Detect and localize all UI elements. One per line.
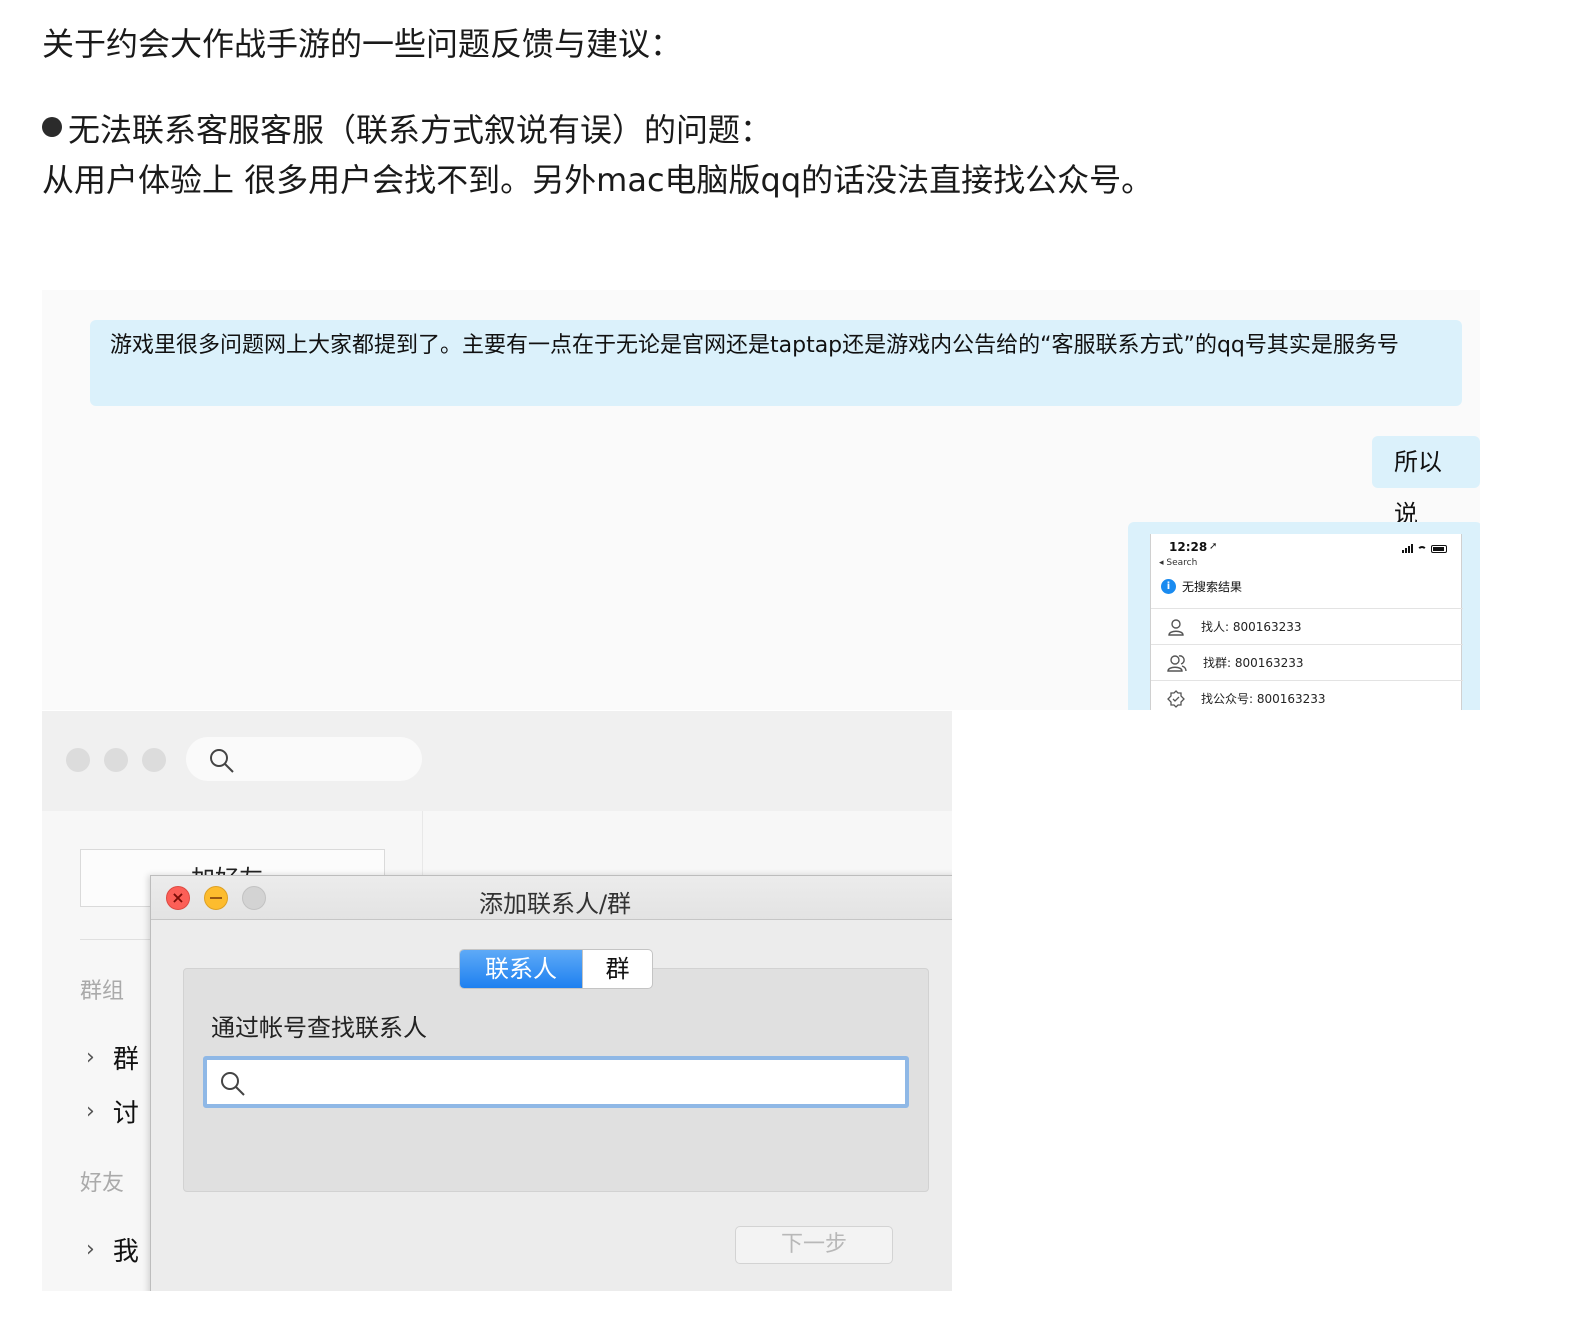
chevron-right-icon: › — [86, 1237, 95, 1262]
window-minimize-button[interactable] — [104, 748, 128, 772]
window-zoom-button[interactable] — [142, 748, 166, 772]
search-by-account-label: 通过帐号查找联系人 — [211, 1014, 427, 1042]
group-section-header: 群组 — [80, 979, 125, 1004]
chat-image-message[interactable]: 12:28 ➚ ◂ Search i 无搜索结果 找人: 800163233 找… — [1128, 522, 1480, 710]
tab-contact[interactable]: 联系人 — [460, 950, 582, 988]
chevron-right-icon: › — [86, 1045, 95, 1070]
bullet-point: 无法联系客服客服（联系方式叙说有误）的问题： — [42, 108, 772, 152]
chat-message-right: 所以说 — [1372, 436, 1480, 528]
search-icon — [221, 1072, 245, 1096]
battery-icon — [1431, 545, 1447, 553]
find-official-account-label: 找公众号: 800163233 — [1201, 692, 1326, 706]
tab-group[interactable]: 群 — [582, 950, 652, 988]
find-person-row[interactable]: 找人: 800163233 — [1151, 608, 1463, 644]
document-title: 关于约会大作战手游的一些问题反馈与建议： — [42, 25, 683, 63]
phone-screenshot: 12:28 ➚ ◂ Search i 无搜索结果 找人: 800163233 找… — [1150, 534, 1463, 710]
search-icon — [210, 749, 234, 773]
find-official-account-row[interactable]: 找公众号: 800163233 — [1151, 680, 1463, 710]
sidebar-item-label: 我 — [112, 1237, 139, 1267]
bullet-text: 无法联系客服客服（联系方式叙说有误）的问题： — [68, 111, 773, 149]
window-close-button[interactable] — [66, 748, 90, 772]
info-icon: i — [1161, 579, 1176, 594]
dialog-tab-switcher: 联系人 群 — [459, 949, 653, 989]
group-icon — [1167, 654, 1187, 672]
no-result-text: 无搜索结果 — [1182, 580, 1243, 594]
add-contact-dialog: × 添加联系人/群 联系人 群 通过帐号查找联系人 下一步 — [150, 875, 952, 1291]
sidebar-item-group[interactable]: › 群 — [86, 1039, 139, 1076]
dialog-title: 添加联系人/群 — [478, 890, 632, 918]
sidebar-item-my-friends[interactable]: › 我 — [86, 1231, 139, 1268]
wifi-icon — [1417, 546, 1427, 553]
phone-back-link[interactable]: ◂ Search — [1159, 558, 1197, 568]
no-result-notice: i 无搜索结果 — [1161, 578, 1242, 595]
find-group-label: 找群: 800163233 — [1203, 656, 1304, 670]
chat-screenshot: 游戏里很多问题网上大家都提到了。主要有一点在于无论是官网还是taptap还是游戏… — [42, 290, 1480, 710]
sidebar-item-label: 群 — [112, 1045, 139, 1075]
mac-toolbar — [42, 711, 952, 811]
account-search-input[interactable] — [203, 1056, 909, 1108]
verified-badge-icon — [1167, 689, 1185, 708]
dialog-titlebar: × 添加联系人/群 — [151, 876, 952, 920]
mac-qq-window: 加好友 群组 › 群 › 讨 好友 › 我 × 添加联系人/群 联系人 群 通过… — [42, 711, 952, 1291]
location-arrow-icon: ➚ — [1209, 541, 1218, 552]
find-group-row[interactable]: 找群: 800163233 — [1151, 644, 1463, 680]
sidebar-item-label: 讨 — [112, 1099, 139, 1129]
person-icon — [1168, 618, 1184, 636]
find-person-label: 找人: 800163233 — [1201, 620, 1302, 634]
next-step-button[interactable]: 下一步 — [735, 1226, 893, 1264]
document-paragraph: 从用户体验上 很多用户会找不到。另外mac电脑版qq的话没法直接找公众号。 — [42, 161, 1154, 199]
main-search-input[interactable] — [186, 737, 422, 781]
friends-section-header: 好友 — [80, 1171, 125, 1196]
phone-time: 12:28 — [1169, 540, 1208, 554]
chevron-right-icon: › — [86, 1099, 95, 1124]
bullet-dot-icon — [42, 117, 62, 137]
sidebar-item-discussion[interactable]: › 讨 — [86, 1093, 139, 1130]
signal-icon — [1402, 544, 1413, 553]
phone-status-bar — [1402, 544, 1447, 553]
chat-message-left: 游戏里很多问题网上大家都提到了。主要有一点在于无论是官网还是taptap还是游戏… — [90, 320, 1462, 406]
